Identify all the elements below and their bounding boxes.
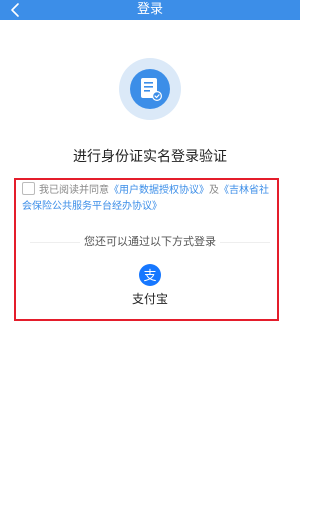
svg-text:支: 支 <box>143 269 156 284</box>
agreement-checkbox[interactable] <box>22 182 35 195</box>
id-verify-logo <box>119 58 181 120</box>
id-document-verified-icon <box>130 69 170 109</box>
user-data-agreement-link[interactable]: 《用户数据授权协议》 <box>109 185 209 196</box>
agreement-text: 我已阅读并同意《用户数据授权协议》及《吉林省社会保险公共服务平台经办协议》 <box>22 182 278 215</box>
top-bar: 登录 <box>0 0 300 20</box>
verify-heading: 进行身份证实名登录验证 <box>73 149 227 165</box>
alipay-label: 支付宝 <box>131 292 168 306</box>
alipay-icon: 支 <box>139 264 161 286</box>
alt-login-prompt: 您还可以通过以下方式登录 <box>84 235 216 248</box>
page-title: 登录 <box>136 2 163 17</box>
agreement-prefix: 我已阅读并同意 <box>39 185 109 196</box>
alt-login-divider: 您还可以通过以下方式登录 <box>30 235 270 249</box>
alipay-login-button[interactable]: 支 支付宝 <box>126 264 174 312</box>
agreement-middle: 及 <box>209 185 219 196</box>
